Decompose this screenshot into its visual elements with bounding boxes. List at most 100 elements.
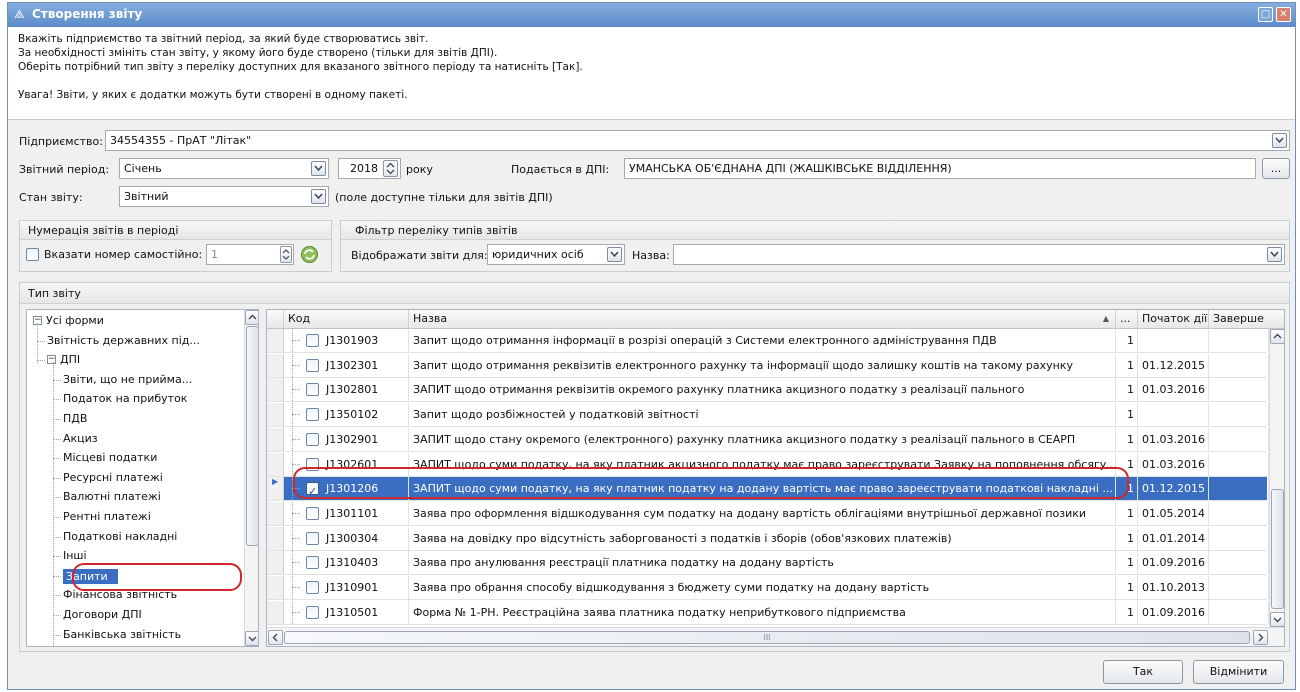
manual-number-checkbox[interactable] <box>26 248 39 261</box>
tree-item[interactable]: Договори ДПІ <box>63 608 142 621</box>
table-row[interactable]: J1302801 ЗАПИТ щодо отримання реквізитів … <box>267 378 1269 403</box>
tree-item[interactable]: Податкові накладні <box>63 530 177 543</box>
table-row[interactable]: J1301101 Заява про оформлення відшкодуван… <box>267 501 1269 526</box>
tree-item[interactable]: Місцеві податки <box>63 451 157 464</box>
row-indicator[interactable] <box>267 329 284 352</box>
number-input[interactable]: 1 <box>206 244 294 265</box>
code-cell[interactable]: J1302801 <box>284 378 409 402</box>
row-checkbox[interactable] <box>306 605 319 619</box>
code-cell[interactable]: J1310901 <box>284 576 409 599</box>
row-indicator[interactable] <box>267 576 284 599</box>
row-indicator[interactable] <box>267 501 284 525</box>
tree-vertical-scrollbar[interactable] <box>244 310 258 646</box>
grid-horizontal-scrollbar[interactable]: III <box>267 627 1284 646</box>
name-filter-dropdown-icon[interactable] <box>1267 247 1282 262</box>
grid-scroll-thumb[interactable] <box>1271 489 1284 609</box>
row-indicator[interactable] <box>267 526 284 550</box>
column-header-end[interactable]: Заверше <box>1209 310 1284 329</box>
number-spinner-icon[interactable] <box>280 246 292 263</box>
table-row[interactable]: J1302601 ЗАПИТ щодо суми податку, на яку … <box>267 452 1269 477</box>
ok-button[interactable]: Так <box>1103 660 1183 684</box>
year-input[interactable]: 2018 <box>338 158 401 179</box>
code-cell[interactable]: J1310403 <box>284 551 409 575</box>
row-checkbox[interactable] <box>306 432 319 446</box>
tree-item[interactable]: Фінансова звітність <box>63 588 177 601</box>
row-indicator[interactable] <box>267 427 284 451</box>
code-cell[interactable]: J1301903 <box>284 329 409 352</box>
grid-scroll-left-icon[interactable] <box>268 630 283 645</box>
column-header-code[interactable]: Код <box>284 310 409 329</box>
state-dropdown-icon[interactable] <box>311 189 326 204</box>
row-checkbox[interactable] <box>306 581 319 594</box>
code-cell[interactable]: J1350102 <box>284 403 409 427</box>
row-checkbox[interactable] <box>306 408 319 422</box>
row-checkbox[interactable] <box>306 383 319 397</box>
cancel-button[interactable]: Відмінити <box>1193 660 1284 684</box>
row-indicator[interactable] <box>267 551 284 575</box>
tree-item[interactable]: Запити <box>63 568 118 584</box>
tree-item[interactable]: Акциз <box>63 432 98 445</box>
row-checkbox[interactable] <box>306 506 319 520</box>
row-checkbox[interactable] <box>306 531 319 545</box>
code-cell[interactable]: J1302601 <box>284 452 409 476</box>
maximize-button[interactable]: □ <box>1258 7 1273 22</box>
tree-item[interactable]: Звітність державних під... <box>47 334 200 347</box>
table-row[interactable]: J1310501 Форма № 1-РН. Реєстраційна заява… <box>267 600 1269 625</box>
dpi-field[interactable]: УМАНСЬКА ОБ'ЄДНАНА ДПІ (ЖАШКІВСЬКЕ ВІДДІ… <box>624 158 1256 179</box>
tree-scroll-thumb[interactable] <box>246 326 258 546</box>
tree-item[interactable]: Ресурсні платежі <box>63 471 163 484</box>
code-cell[interactable]: J1302301 <box>284 353 409 377</box>
code-cell[interactable]: J1300304 <box>284 526 409 550</box>
close-button[interactable]: ✕ <box>1276 7 1291 22</box>
row-indicator[interactable]: ▶ <box>267 477 284 501</box>
tree-item[interactable]: Банківська звітність <box>63 628 181 641</box>
row-indicator[interactable] <box>267 378 284 402</box>
grid-scroll-down-icon[interactable] <box>1270 612 1284 627</box>
name-filter-select[interactable] <box>673 244 1285 265</box>
tree-scroll-up-icon[interactable] <box>245 310 258 325</box>
tree-scroll-down-icon[interactable] <box>245 631 258 646</box>
code-cell[interactable]: J1301101 <box>284 501 409 525</box>
row-checkbox[interactable] <box>306 457 319 471</box>
tree-item[interactable]: Інші <box>63 549 87 562</box>
state-select[interactable]: Звітний <box>119 186 329 207</box>
row-checkbox[interactable] <box>306 334 319 347</box>
row-indicator[interactable] <box>267 600 284 624</box>
code-cell[interactable]: J1302901 <box>284 427 409 451</box>
table-row[interactable]: J1350102 Запит щодо розбіжностей у податк… <box>267 403 1269 428</box>
table-row[interactable]: J1310901 Заява про обрання способу відшко… <box>267 576 1269 600</box>
column-header-start[interactable]: Початок дії <box>1138 310 1209 329</box>
show-for-dropdown-icon[interactable] <box>607 247 622 262</box>
grid-hscroll-thumb[interactable]: III <box>284 631 1250 644</box>
row-checkbox[interactable] <box>306 358 319 372</box>
dpi-browse-button[interactable]: ... <box>1262 158 1290 179</box>
code-cell[interactable]: J1301206 <box>284 477 409 501</box>
row-checkbox[interactable] <box>306 480 319 500</box>
grid-scroll-up-icon[interactable] <box>1270 329 1284 344</box>
tree-item[interactable]: Валютні платежі <box>63 490 161 503</box>
tree-item[interactable]: Усі форми <box>46 314 104 327</box>
column-header-dots[interactable]: ... <box>1116 310 1138 329</box>
enterprise-dropdown-icon[interactable] <box>1272 133 1287 148</box>
grid-scroll-right-icon[interactable] <box>1253 630 1268 645</box>
period-dropdown-icon[interactable] <box>311 161 326 176</box>
refresh-number-icon[interactable] <box>299 244 320 265</box>
row-checkbox[interactable] <box>306 556 319 570</box>
tree-item[interactable]: ПДВ <box>63 412 87 425</box>
table-row[interactable]: J1300304 Заява на довідку про відсутність… <box>267 526 1269 551</box>
tree-collapse-icon[interactable]: − <box>47 355 56 365</box>
enterprise-select[interactable]: 34554355 - ПрАТ "Літак" <box>105 130 1290 151</box>
grid-vertical-scrollbar[interactable] <box>1269 329 1284 627</box>
row-indicator[interactable] <box>267 452 284 476</box>
table-row[interactable]: J1301903 Запит щодо отримання інформації … <box>267 329 1269 353</box>
row-indicator[interactable] <box>267 403 284 427</box>
show-for-select[interactable]: юридичних осіб <box>487 244 625 265</box>
period-select[interactable]: Січень <box>119 158 329 179</box>
table-row[interactable]: J1302301 Запит щодо отримання реквізитів … <box>267 353 1269 378</box>
column-header-name[interactable]: Назва ▲ <box>409 310 1116 329</box>
code-cell[interactable]: J1310501 <box>284 600 409 624</box>
table-row[interactable]: J1302901 ЗАПИТ щодо стану окремого (елект… <box>267 427 1269 452</box>
tree-item[interactable]: ДПІ <box>60 353 80 366</box>
tree-item[interactable]: Податок на прибуток <box>63 392 187 405</box>
table-row[interactable]: ▶ J1301206 ЗАПИТ щодо суми податку, на яку… <box>267 477 1269 502</box>
